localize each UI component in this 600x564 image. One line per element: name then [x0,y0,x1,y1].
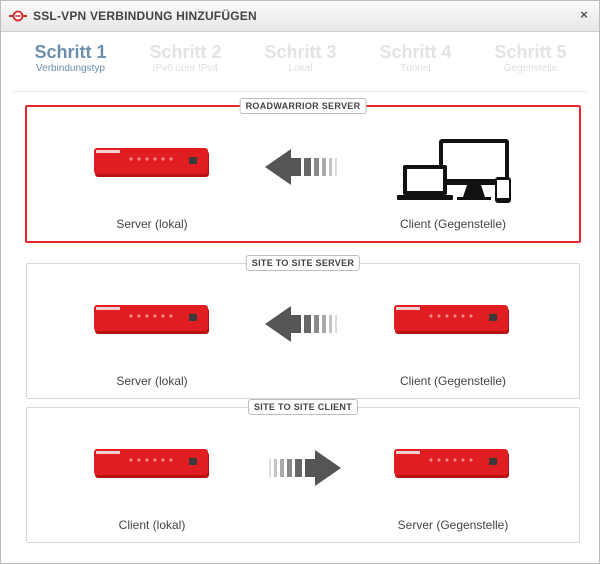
option-site-to-site-server[interactable]: SITE TO SITE SERVER Server (lokal) Clien… [26,255,580,399]
step-title: Schritt 5 [494,42,567,62]
option-site-to-site-client[interactable]: SITE TO SITE CLIENT Client (lokal) Serve… [26,399,580,543]
dialog-title: SSL-VPN VERBINDUNG HINZUFÜGEN [33,9,257,23]
arrow-left-icon [265,306,337,342]
dialog-titlebar: SSL-VPN VERBINDUNG HINZUFÜGEN × [1,1,599,32]
right-caption: Client (Gegenstelle) [399,217,507,231]
step-1[interactable]: Schritt 1 Verbindungstyp [13,41,128,75]
option-label: ROADWARRIOR SERVER [239,98,367,114]
step-4[interactable]: Schritt 4 Tunnel [358,41,473,75]
step-title: Schritt 2 [149,42,222,62]
firewall-appliance-icon [94,449,209,478]
left-caption: Client (lokal) [118,518,186,532]
right-caption: Client (Gegenstelle) [399,374,507,388]
right-caption: Server (Gegenstelle) [397,518,509,532]
arrow-right-icon [269,450,341,486]
vpn-tunnel-icon [9,10,27,22]
firewall-appliance-icon [394,305,509,334]
firewall-appliance-icon [94,305,209,334]
firewall-appliance-icon [394,449,509,478]
step-3[interactable]: Schritt 3 Lokal [243,41,358,75]
step-5[interactable]: Schritt 5 Gegenstelle [473,41,588,75]
arrow-left-icon [265,149,337,185]
step-subtitle: Lokal [288,63,313,74]
close-icon[interactable]: × [577,8,591,22]
step-title: Schritt 1 [34,42,107,62]
step-subtitle: IPv6 über IPv4 [152,63,219,74]
option-roadwarrior-server[interactable]: ROADWARRIOR SERVER Server (lokal) Client… [25,98,581,243]
firewall-appliance-icon [94,148,209,177]
step-title: Schritt 4 [379,42,452,62]
step-title: Schritt 3 [264,42,337,62]
add-ssl-vpn-dialog: SSL-VPN VERBINDUNG HINZUFÜGEN × Schritt … [0,0,600,564]
client-devices-icon [397,139,511,203]
step-subtitle: Gegenstelle [503,63,558,74]
step-subtitle: Verbindungstyp [36,63,105,74]
steps-divider [13,91,587,92]
wizard-steps: Schritt 1 Verbindungstyp Schritt 2 IPv6 … [13,41,589,81]
step-subtitle: Tunnel [400,63,431,74]
left-caption: Server (lokal) [116,217,188,231]
step-2[interactable]: Schritt 2 IPv6 über IPv4 [128,41,243,75]
option-label: SITE TO SITE SERVER [245,255,361,271]
option-label: SITE TO SITE CLIENT [247,399,359,415]
left-caption: Server (lokal) [116,374,188,388]
